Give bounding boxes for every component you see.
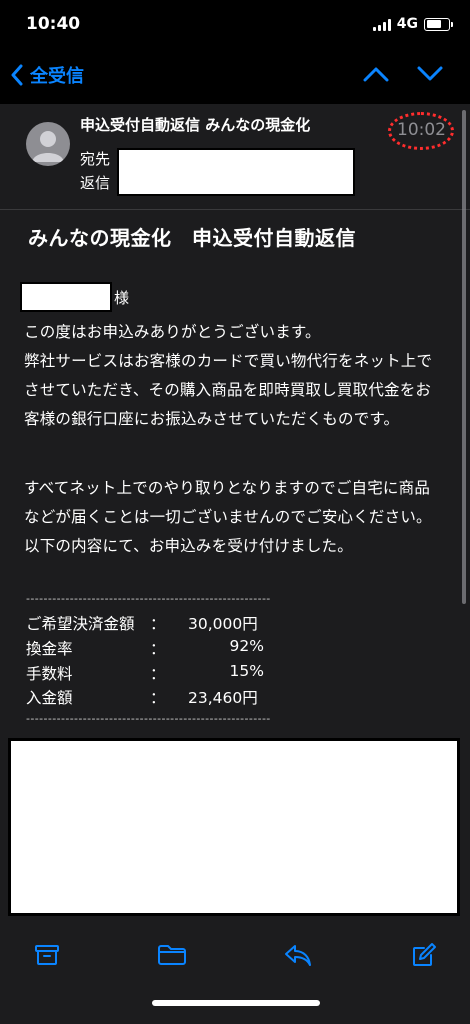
mail-screen: 10:40 4G 全受信 申込受付自動返信 みんなの現金化 宛先 返信 10:0… (0, 0, 470, 1024)
detail-label: 入金額 (26, 689, 73, 707)
scrollbar[interactable] (462, 110, 466, 604)
divider-top: ----------------------------------------… (26, 592, 271, 605)
reply-button[interactable] (281, 940, 315, 970)
redacted-recipient (117, 148, 355, 196)
next-message-button[interactable] (416, 64, 444, 88)
reply-to-label: 返信 (80, 174, 111, 192)
nav-bar: 全受信 (0, 50, 470, 104)
previous-message-button[interactable] (362, 64, 390, 88)
battery-icon (424, 17, 453, 31)
body-paragraph-intro: この度はお申込みありがとうございます。 弊社サービスはお客様のカードで買い物代行… (24, 318, 444, 434)
compose-icon (413, 943, 436, 966)
status-time: 10:40 (26, 14, 81, 34)
divider-bottom: ----------------------------------------… (26, 712, 271, 725)
back-button[interactable]: 全受信 (10, 62, 84, 88)
detail-colon: ： (150, 615, 166, 633)
redacted-name (20, 282, 112, 312)
status-bar: 10:40 4G (0, 0, 470, 50)
body-title: みんなの現金化 申込受付自動返信 (28, 226, 356, 250)
network-type: 4G (396, 16, 418, 32)
paragraph-text: すべてネット上でのやり取りとなりますのでご自宅に商品などが届くことは一切ございま… (24, 479, 432, 555)
detail-row-rate: 換金率 ： 92% (26, 637, 326, 659)
signal-icon (372, 18, 391, 31)
archive-button[interactable] (30, 940, 64, 970)
chevron-up-icon (363, 67, 389, 82)
chevron-down-icon (417, 66, 443, 81)
chevron-left-icon (11, 64, 23, 86)
detail-row-amount: ご希望決済金額 ： 30,000円 (26, 612, 326, 634)
detail-row-fee: 手数料 ： 15% (26, 662, 326, 684)
bottom-toolbar (0, 920, 470, 1024)
salutation-suffix: 様 (114, 289, 130, 307)
detail-colon: ： (150, 689, 166, 707)
reply-icon (285, 945, 311, 966)
detail-label: 換金率 (26, 640, 73, 658)
detail-row-deposit: 入金額 ： 23,460円 (26, 686, 326, 708)
sender-avatar[interactable] (26, 122, 70, 166)
detail-value: 15% (229, 662, 264, 680)
move-folder-button[interactable] (155, 940, 189, 970)
detail-value: 92% (229, 637, 264, 655)
detail-label: ご希望決済金額 (26, 615, 135, 633)
folder-icon (158, 945, 186, 965)
person-icon (32, 131, 64, 162)
detail-value: 23,460円 (188, 689, 258, 707)
mail-subject: 申込受付自動返信 みんなの現金化 (80, 116, 311, 134)
detail-value: 30,000円 (188, 615, 258, 633)
redacted-block (8, 738, 460, 916)
status-indicators: 4G (372, 16, 453, 32)
detail-label: 手数料 (26, 665, 73, 683)
home-indicator[interactable] (152, 1000, 320, 1006)
back-label: 全受信 (30, 66, 84, 87)
body-paragraph-notice: すべてネット上でのやり取りとなりますのでご自宅に商品などが届くことは一切ございま… (24, 474, 444, 561)
to-label: 宛先 (80, 150, 111, 168)
compose-button[interactable] (407, 940, 441, 970)
mail-time: 10:02 (397, 120, 446, 140)
paragraph-text: この度はお申込みありがとうございます。 弊社サービスはお客様のカードで買い物代行… (24, 323, 433, 428)
archive-icon (35, 945, 59, 965)
